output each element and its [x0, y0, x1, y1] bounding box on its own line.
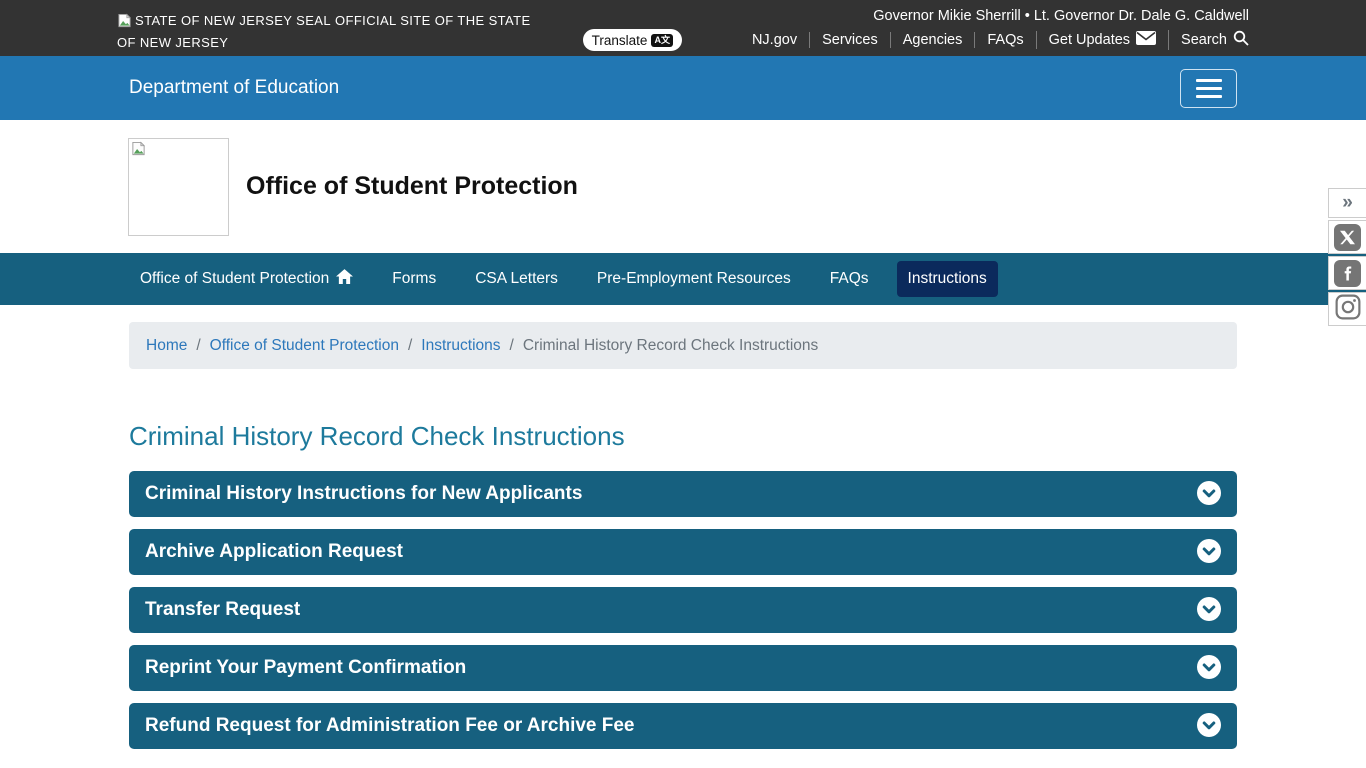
state-site-banner: STATE OF NEW JERSEY SEALOFFICIAL SITE OF… [117, 5, 549, 56]
x-twitter-icon [1334, 224, 1361, 251]
nav-item-csa-letters[interactable]: CSA Letters [464, 261, 569, 297]
accordion-reprint-payment-confirmation[interactable]: Reprint Your Payment Confirmation [129, 645, 1237, 691]
governor-line: Governor Mikie Sherrill • Lt. Governor D… [873, 5, 1249, 29]
chevron-down-icon [1197, 481, 1221, 508]
topbar-link-services[interactable]: Services [809, 32, 890, 48]
envelope-icon [1136, 31, 1156, 49]
hamburger-icon [1196, 79, 1222, 82]
home-icon [336, 269, 353, 289]
main-content: Home / Office of Student Protection / In… [129, 322, 1237, 749]
chevron-down-icon [1197, 539, 1221, 566]
nav-item-office-of-student-protection[interactable]: Office of Student Protection [129, 260, 364, 298]
instagram-icon [1335, 294, 1361, 325]
breadcrumb-separator: / [187, 337, 209, 355]
breadcrumb-office-of-student-protection[interactable]: Office of Student Protection [210, 337, 399, 355]
facebook-icon [1334, 260, 1361, 287]
topbar-link-faqs[interactable]: FAQs [974, 32, 1035, 48]
breadcrumb-instructions[interactable]: Instructions [421, 337, 500, 355]
nav-item-instructions[interactable]: Instructions [897, 261, 998, 297]
department-title-link[interactable]: Department of Education [129, 77, 339, 99]
topbar-link-search[interactable]: Search [1168, 30, 1249, 50]
translate-label: Translate [592, 33, 648, 48]
chevron-down-icon [1197, 597, 1221, 624]
breadcrumb-separator: / [501, 337, 523, 355]
breadcrumb-current-page: Criminal History Record Check Instructio… [523, 337, 818, 355]
nav-item-forms[interactable]: Forms [381, 261, 447, 297]
topbar-link-njgov[interactable]: NJ.gov [740, 32, 809, 48]
department-header-bar: Department of Education [0, 56, 1366, 120]
accordion-new-applicants[interactable]: Criminal History Instructions for New Ap… [129, 471, 1237, 517]
translate-icon: A文 [651, 34, 673, 47]
nj-state-seal-broken-image[interactable] [117, 13, 132, 33]
breadcrumb-separator: / [399, 337, 421, 355]
topbar-link-get-updates[interactable]: Get Updates [1036, 31, 1168, 49]
accordion-refund-request[interactable]: Refund Request for Administration Fee or… [129, 703, 1237, 749]
nav-item-pre-employment-resources[interactable]: Pre-Employment Resources [586, 261, 802, 297]
topbar-link-list: NJ.gov Services Agencies FAQs Get Update… [740, 30, 1249, 50]
main-navigation: Office of Student Protection Forms CSA L… [0, 253, 1366, 305]
page-title: Criminal History Record Check Instructio… [129, 421, 1237, 452]
x-twitter-link[interactable] [1328, 220, 1366, 254]
accordion-archive-application-request[interactable]: Archive Application Request [129, 529, 1237, 575]
office-title: Office of Student Protection [246, 172, 578, 201]
magnifier-icon [1233, 30, 1249, 50]
hamburger-menu-button[interactable] [1180, 69, 1237, 108]
instagram-link[interactable] [1328, 292, 1366, 326]
social-media-flyout: » [1328, 188, 1366, 326]
chevron-down-icon [1197, 655, 1221, 682]
chevron-down-icon [1197, 713, 1221, 740]
nav-item-faqs[interactable]: FAQs [819, 261, 880, 297]
topbar-link-agencies[interactable]: Agencies [890, 32, 975, 48]
translate-button[interactable]: Translate A文 [583, 29, 682, 51]
facebook-link[interactable] [1328, 256, 1366, 290]
seal-alt-text: STATE OF NEW JERSEY SEAL [135, 13, 331, 28]
office-brand-band: Office of Student Protection [0, 120, 1366, 253]
double-chevron-right-icon: » [1342, 192, 1353, 214]
accordion-list: Criminal History Instructions for New Ap… [129, 471, 1237, 749]
state-topbar: STATE OF NEW JERSEY SEALOFFICIAL SITE OF… [0, 0, 1366, 56]
breadcrumb: Home / Office of Student Protection / In… [129, 322, 1237, 369]
accordion-transfer-request[interactable]: Transfer Request [129, 587, 1237, 633]
social-flyout-collapse-button[interactable]: » [1328, 188, 1366, 218]
office-logo-broken-image[interactable] [128, 138, 229, 236]
breadcrumb-home[interactable]: Home [146, 337, 187, 355]
